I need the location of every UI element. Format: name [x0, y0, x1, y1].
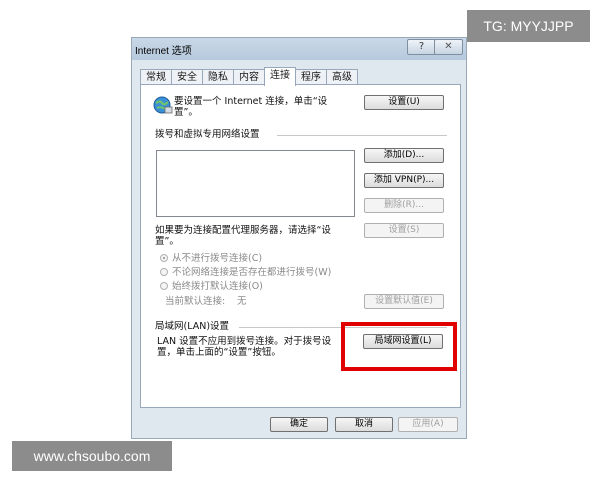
set-default-button[interactable]: 设置默认值(E) — [364, 294, 444, 309]
help-button[interactable]: ? — [407, 39, 436, 55]
close-button[interactable]: ✕ — [434, 39, 463, 55]
connection-list[interactable] — [156, 150, 355, 217]
lan-heading: 局域网(LAN)设置 — [155, 321, 230, 332]
lan-text-line1: LAN 设置不应用到拨号连接。对于拨号设 — [157, 336, 332, 347]
add-button[interactable]: 添加(D)... — [364, 148, 444, 163]
radio-always-dial[interactable] — [160, 282, 168, 290]
add-vpn-button[interactable]: 添加 VPN(P)... — [364, 173, 444, 188]
connections-panel: 要设置一个 Internet 连接，单击“设 置”。 设置(U) 拨号和虚拟专用… — [140, 84, 461, 408]
remove-button[interactable]: 删除(R)... — [364, 198, 444, 213]
setup-text-line1: 要设置一个 Internet 连接，单击“设 — [174, 96, 328, 107]
current-default-label: 当前默认连接: — [165, 296, 226, 307]
setup-button[interactable]: 设置(U) — [364, 95, 444, 110]
current-default-value: 无 — [237, 296, 247, 307]
watermark-bottom: www.chsoubo.com — [12, 441, 172, 471]
tab-connections[interactable]: 连接 — [264, 67, 296, 86]
radio-never-dial-label: 从不进行拨号连接(C) — [172, 253, 263, 264]
title-bar: Internet 选项 ? ✕ — [132, 38, 466, 60]
tab-strip: 常规 安全 隐私 内容 连接 程序 高级 — [140, 67, 358, 86]
radio-never-dial[interactable] — [160, 254, 168, 262]
dialup-divider — [277, 135, 447, 136]
lan-settings-button[interactable]: 局域网设置(L) — [363, 334, 443, 349]
apply-button[interactable]: 应用(A) — [398, 417, 458, 432]
lan-text-line2: 置，单击上面的“设置”按钮。 — [157, 347, 281, 358]
window-title: Internet 选项 — [135, 46, 192, 57]
proxy-text-line2: 置”。 — [155, 236, 179, 247]
radio-dial-whenever-label: 不论网络连接是否存在都进行拨号(W) — [172, 267, 332, 278]
lan-divider — [239, 327, 447, 328]
radio-dial-whenever[interactable] — [160, 268, 168, 276]
radio-always-dial-label: 始终拨打默认连接(O) — [172, 281, 263, 292]
cancel-button[interactable]: 取消 — [335, 417, 393, 432]
dialup-settings-button[interactable]: 设置(S) — [364, 223, 444, 238]
internet-options-dialog: Internet 选项 ? ✕ 常规 安全 隐私 内容 连接 程序 高级 要设置… — [131, 37, 467, 439]
proxy-text-line1: 如果要为连接配置代理服务器，请选择“设 — [155, 225, 331, 236]
dialup-heading: 拨号和虚拟专用网络设置 — [155, 129, 260, 140]
globe-network-icon — [153, 96, 173, 114]
watermark-top: TG: MYYJJPP — [467, 10, 590, 42]
ok-button[interactable]: 确定 — [270, 417, 328, 432]
setup-text-line2: 置”。 — [174, 107, 198, 118]
